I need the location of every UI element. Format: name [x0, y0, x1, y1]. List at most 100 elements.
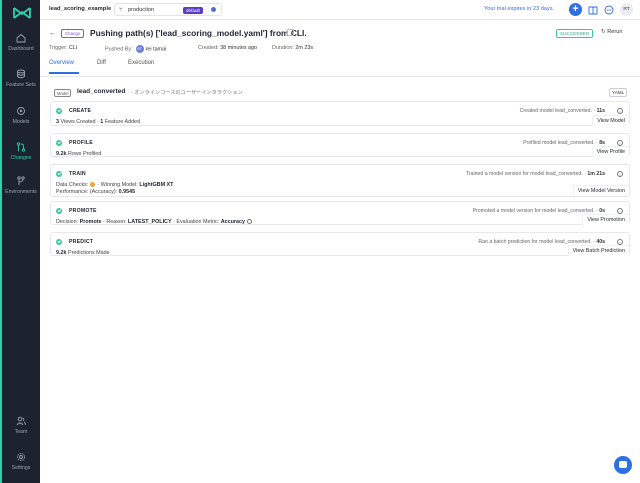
git-branch-icon: ⑂ — [119, 7, 123, 13]
step-details: Data Checks: · Winning Model: LightGBM XT — [56, 182, 174, 188]
view-batch-prediction-button[interactable]: View Batch Prediction — [567, 245, 629, 256]
view-model-version-button[interactable]: View Model Version — [572, 185, 629, 196]
sidebar-item-feature-sets[interactable]: Feature Sets — [2, 69, 40, 88]
info-icon[interactable]: i — [617, 108, 623, 114]
gear-icon — [17, 453, 25, 461]
pushed-by-value: rei tamai — [145, 46, 167, 53]
logo-icon[interactable] — [12, 5, 32, 21]
success-check-icon — [56, 239, 62, 245]
add-button[interactable]: + — [569, 3, 582, 16]
pushed-by-label: Pushed By: — [105, 46, 133, 53]
step-details: Decision: Promote · Reason: LATEST_POLIC… — [56, 219, 252, 225]
tab-execution[interactable]: Execution — [128, 60, 154, 66]
docs-icon[interactable] — [588, 5, 598, 15]
sidebar-item-label: Team — [14, 429, 28, 435]
winning-model-value: LightGBM XT — [139, 182, 174, 188]
sidebar-item-label: Feature Sets — [6, 82, 36, 88]
top-bar: lead_scoring_example ⑂ production defaul… — [40, 0, 640, 20]
performance-label: Performance: (Accuracy): — [56, 189, 118, 195]
active-tab-indicator — [49, 72, 79, 74]
duration-label: Duration: — [272, 45, 294, 51]
step-summary-text: Profiled model lead_converted. — [523, 140, 595, 146]
success-check-icon — [56, 140, 62, 146]
success-check-icon — [56, 208, 62, 214]
view-profile-button[interactable]: View Profile — [591, 146, 629, 157]
metric-label: Evaluation Metric: — [176, 219, 220, 225]
environments-icon — [17, 176, 25, 185]
performance-value: 0.9545 — [118, 189, 136, 195]
step-details: 3 Views Created · 1 Feature Added — [56, 119, 141, 125]
sidebar-item-models[interactable]: Models — [2, 106, 40, 125]
trigger-value: CLI — [68, 45, 78, 51]
created-value: 38 minutes ago — [220, 45, 258, 51]
features-count: 1 — [100, 119, 104, 125]
trigger-label: Trigger: — [49, 45, 68, 51]
trigger-meta: Trigger: CLI — [49, 45, 77, 51]
pusher-avatar: RT — [135, 45, 144, 53]
winning-model-label: Winning Model: — [100, 182, 138, 188]
copy-icon[interactable] — [287, 29, 294, 36]
step-card-profile: PROFILE Profiled model lead_converted. ·… — [50, 133, 630, 157]
tab-diff[interactable]: Diff — [97, 60, 106, 66]
predictions-label: Predictions Made — [68, 250, 110, 256]
tab-overview[interactable]: Overview — [49, 60, 74, 66]
sidebar-item-changes[interactable]: Changes — [2, 142, 40, 161]
main-content: ← Change Pushing path(s) ['lead_scoring_… — [40, 20, 640, 483]
sidebar: Dashboard Feature Sets Models Changes En… — [0, 0, 40, 483]
step-summary-text: Trained a model version for model lead_c… — [465, 171, 583, 177]
warning-icon[interactable] — [90, 182, 96, 188]
sidebar-item-team[interactable]: Team — [2, 416, 40, 435]
divider — [40, 76, 640, 77]
decision-value: Promote — [79, 219, 102, 225]
git-branch-icon — [16, 142, 26, 152]
trial-notice[interactable]: Your trial expires in 23 days. — [484, 6, 554, 12]
rows-label: Rows Profiled — [68, 151, 102, 157]
created-meta: Created: 38 minutes ago — [198, 45, 257, 51]
rerun-label: Rerun — [607, 29, 623, 35]
step-summary-text: Created model lead_converted. — [519, 108, 592, 114]
sidebar-item-label: Settings — [11, 465, 31, 471]
sidebar-item-dashboard[interactable]: Dashboard — [2, 33, 40, 52]
chat-icon[interactable] — [604, 5, 614, 15]
sidebar-item-label: Models — [12, 119, 30, 125]
data-checks-label: Data Checks: — [56, 182, 89, 188]
branch-selector[interactable]: ⑂ production default — [114, 3, 222, 16]
back-arrow-icon[interactable]: ← — [49, 30, 56, 37]
page-title: Pushing path(s) ['lead_scoring_model.yam… — [90, 28, 307, 38]
sidebar-item-settings[interactable]: Settings — [2, 452, 40, 471]
step-summary: Created model lead_converted. · 11s — [519, 108, 605, 114]
model-name[interactable]: lead_converted — [77, 88, 125, 95]
step-card-train: TRAIN Trained a model version for model … — [50, 164, 630, 197]
support-chat-icon[interactable] — [614, 456, 632, 474]
user-avatar[interactable]: RT — [620, 3, 633, 16]
yaml-button[interactable]: YAML — [609, 88, 628, 97]
project-name[interactable]: lead_scoring_example — [49, 6, 111, 12]
branch-status-icon — [211, 7, 216, 12]
created-label: Created: — [198, 45, 219, 51]
duration-meta: Duration: 2m 23s — [272, 45, 313, 51]
info-icon[interactable]: i — [617, 171, 623, 177]
step-summary: Trained a model version for model lead_c… — [465, 171, 605, 177]
models-icon — [17, 107, 25, 115]
step-name: PROFILE — [69, 140, 93, 146]
change-tag: Change — [61, 29, 85, 38]
step-name: PROMOTE — [69, 208, 97, 214]
view-model-button[interactable]: View Model — [592, 115, 629, 126]
sidebar-item-label: Environments — [5, 189, 37, 195]
step-name: PREDICT — [69, 239, 94, 245]
branch-name: production — [128, 7, 155, 13]
status-badge: SUCCEEDED — [556, 29, 594, 38]
rerun-button[interactable]: ↻ Rerun — [601, 29, 623, 35]
step-duration: 11s — [596, 108, 605, 114]
sidebar-item-environments[interactable]: Environments — [2, 176, 40, 195]
view-promotion-button[interactable]: View Promotion — [582, 214, 629, 225]
rows-count: 9.2k — [56, 151, 67, 157]
decision-label: Decision: — [56, 219, 79, 225]
predictions-count: 9.2k — [56, 250, 67, 256]
help-icon[interactable] — [246, 219, 252, 225]
home-icon — [16, 33, 26, 43]
sidebar-item-label: Dashboard — [8, 46, 34, 52]
pushed-by-meta: Pushed By: RT rei tamai — [105, 45, 166, 53]
views-label: Views Created — [60, 119, 96, 125]
duration-value: 2m 23s — [295, 45, 314, 51]
